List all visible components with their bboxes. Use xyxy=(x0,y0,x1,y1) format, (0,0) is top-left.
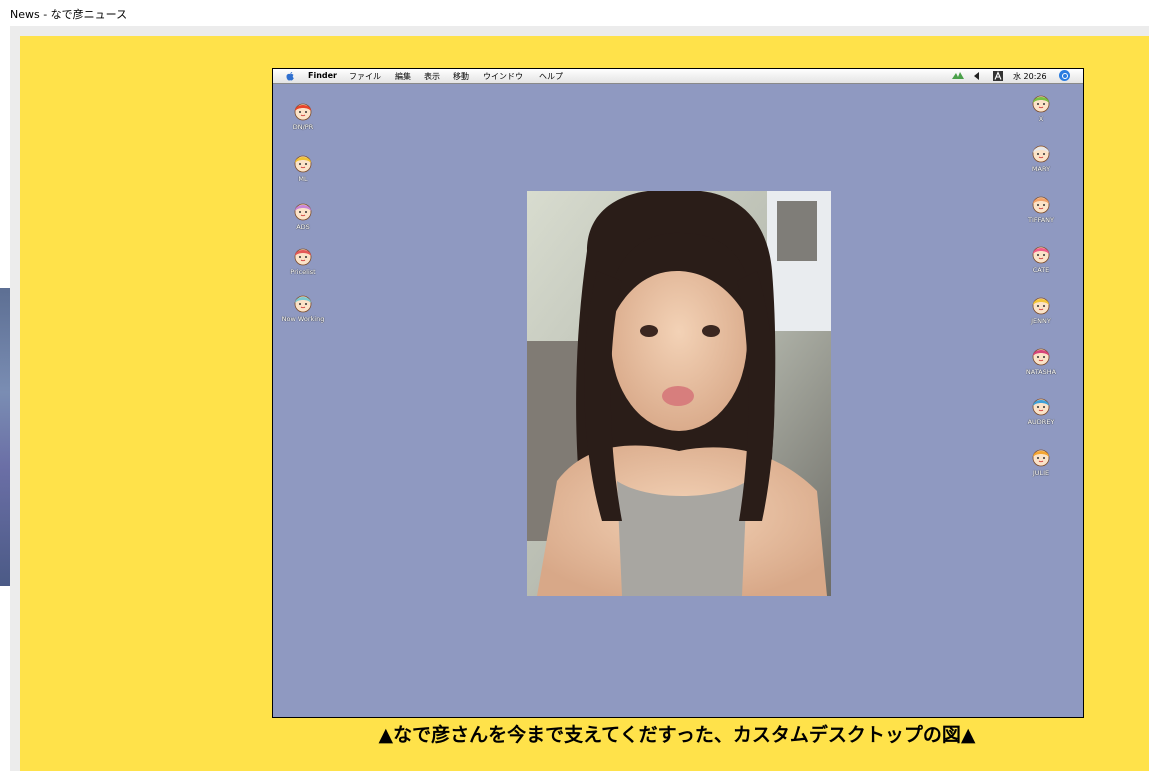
menubar-clock[interactable]: 水 20:26 xyxy=(1013,71,1047,82)
image-caption: ▲なで彦さんを今まで支えてくだすった、カスタムデスクトップの図▲ xyxy=(378,724,976,746)
menu-view[interactable]: 表示 xyxy=(424,71,440,82)
character-face-icon xyxy=(1032,297,1050,315)
desktop-icon-label: JENNY xyxy=(1031,317,1051,325)
character-face-icon xyxy=(294,155,312,173)
desktop-icon-audrey[interactable]: AUDREY xyxy=(1011,394,1071,426)
desktop-icon-label: ML xyxy=(298,175,308,183)
character-face-icon xyxy=(294,295,312,313)
spotlight-icon[interactable] xyxy=(1059,70,1070,81)
menu-file[interactable]: ファイル xyxy=(349,71,381,82)
character-face-icon xyxy=(294,203,312,221)
character-face-icon xyxy=(1032,449,1050,467)
desktop-icon-tiffany[interactable]: TIFFANY xyxy=(1011,192,1071,224)
desktop-icon-ads[interactable]: ADS xyxy=(273,199,333,231)
desktop-screenshot: Finder ファイル 編集 表示 移動 ウインドウ ヘルプ 水 20:26 D… xyxy=(272,68,1084,718)
desktop-icon-julie[interactable]: JULIE xyxy=(1011,445,1071,477)
status-menu-icon[interactable] xyxy=(951,71,965,81)
desktop-icon-label: MARY xyxy=(1031,165,1051,173)
desktop-icon-label: Pricelist xyxy=(290,268,316,276)
desktop-icon-label: ADS xyxy=(296,223,310,231)
menu-finder[interactable]: Finder xyxy=(308,71,337,80)
desktop-icon-now-working[interactable]: Now Working xyxy=(273,291,333,323)
character-face-icon xyxy=(1032,348,1050,366)
desktop-icon-label: AUDREY xyxy=(1027,418,1055,426)
menu-bar: Finder ファイル 編集 表示 移動 ウインドウ ヘルプ 水 20:26 xyxy=(273,69,1083,84)
character-face-icon xyxy=(294,103,312,121)
menu-window[interactable]: ウインドウ xyxy=(483,71,523,82)
character-face-icon xyxy=(1032,95,1050,113)
desktop-icon-label: NATASHA xyxy=(1025,368,1057,376)
desktop-icon-ml[interactable]: ML xyxy=(273,151,333,183)
desktop-icon-natasha[interactable]: NATASHA xyxy=(1011,344,1071,376)
desktop-icon-x[interactable]: X xyxy=(1011,91,1071,123)
character-face-icon xyxy=(1032,246,1050,264)
desktop-icon-jenny[interactable]: JENNY xyxy=(1011,293,1071,325)
desktop-icon-cate[interactable]: CATE xyxy=(1011,242,1071,274)
character-face-icon xyxy=(1032,196,1050,214)
menu-help[interactable]: ヘルプ xyxy=(539,71,563,82)
desktop-icon-label: DN/PR xyxy=(292,123,314,131)
character-face-icon xyxy=(1032,145,1050,163)
menu-go[interactable]: 移動 xyxy=(453,71,469,82)
desktop-icon-label: CATE xyxy=(1032,266,1050,274)
desktop-icon-label: TIFFANY xyxy=(1027,216,1055,224)
desktop-icon-dn-pr[interactable]: DN/PR xyxy=(273,99,333,131)
desktop-icon-label: Now Working xyxy=(281,315,325,323)
desktop-icon-label: X xyxy=(1038,115,1044,123)
page-title: News - なで彦ニュース xyxy=(10,8,128,21)
character-face-icon xyxy=(1032,398,1050,416)
wallpaper-photo xyxy=(527,191,831,596)
volume-icon[interactable] xyxy=(973,71,981,81)
side-image-strip xyxy=(0,288,10,586)
apple-icon[interactable] xyxy=(285,71,295,81)
menu-edit[interactable]: 編集 xyxy=(395,71,411,82)
desktop-icon-label: JULIE xyxy=(1032,469,1050,477)
character-face-icon xyxy=(294,248,312,266)
input-method-icon[interactable] xyxy=(993,71,1003,81)
desktop-icon-pricelist[interactable]: Pricelist xyxy=(273,244,333,276)
desktop-icon-mary[interactable]: MARY xyxy=(1011,141,1071,173)
